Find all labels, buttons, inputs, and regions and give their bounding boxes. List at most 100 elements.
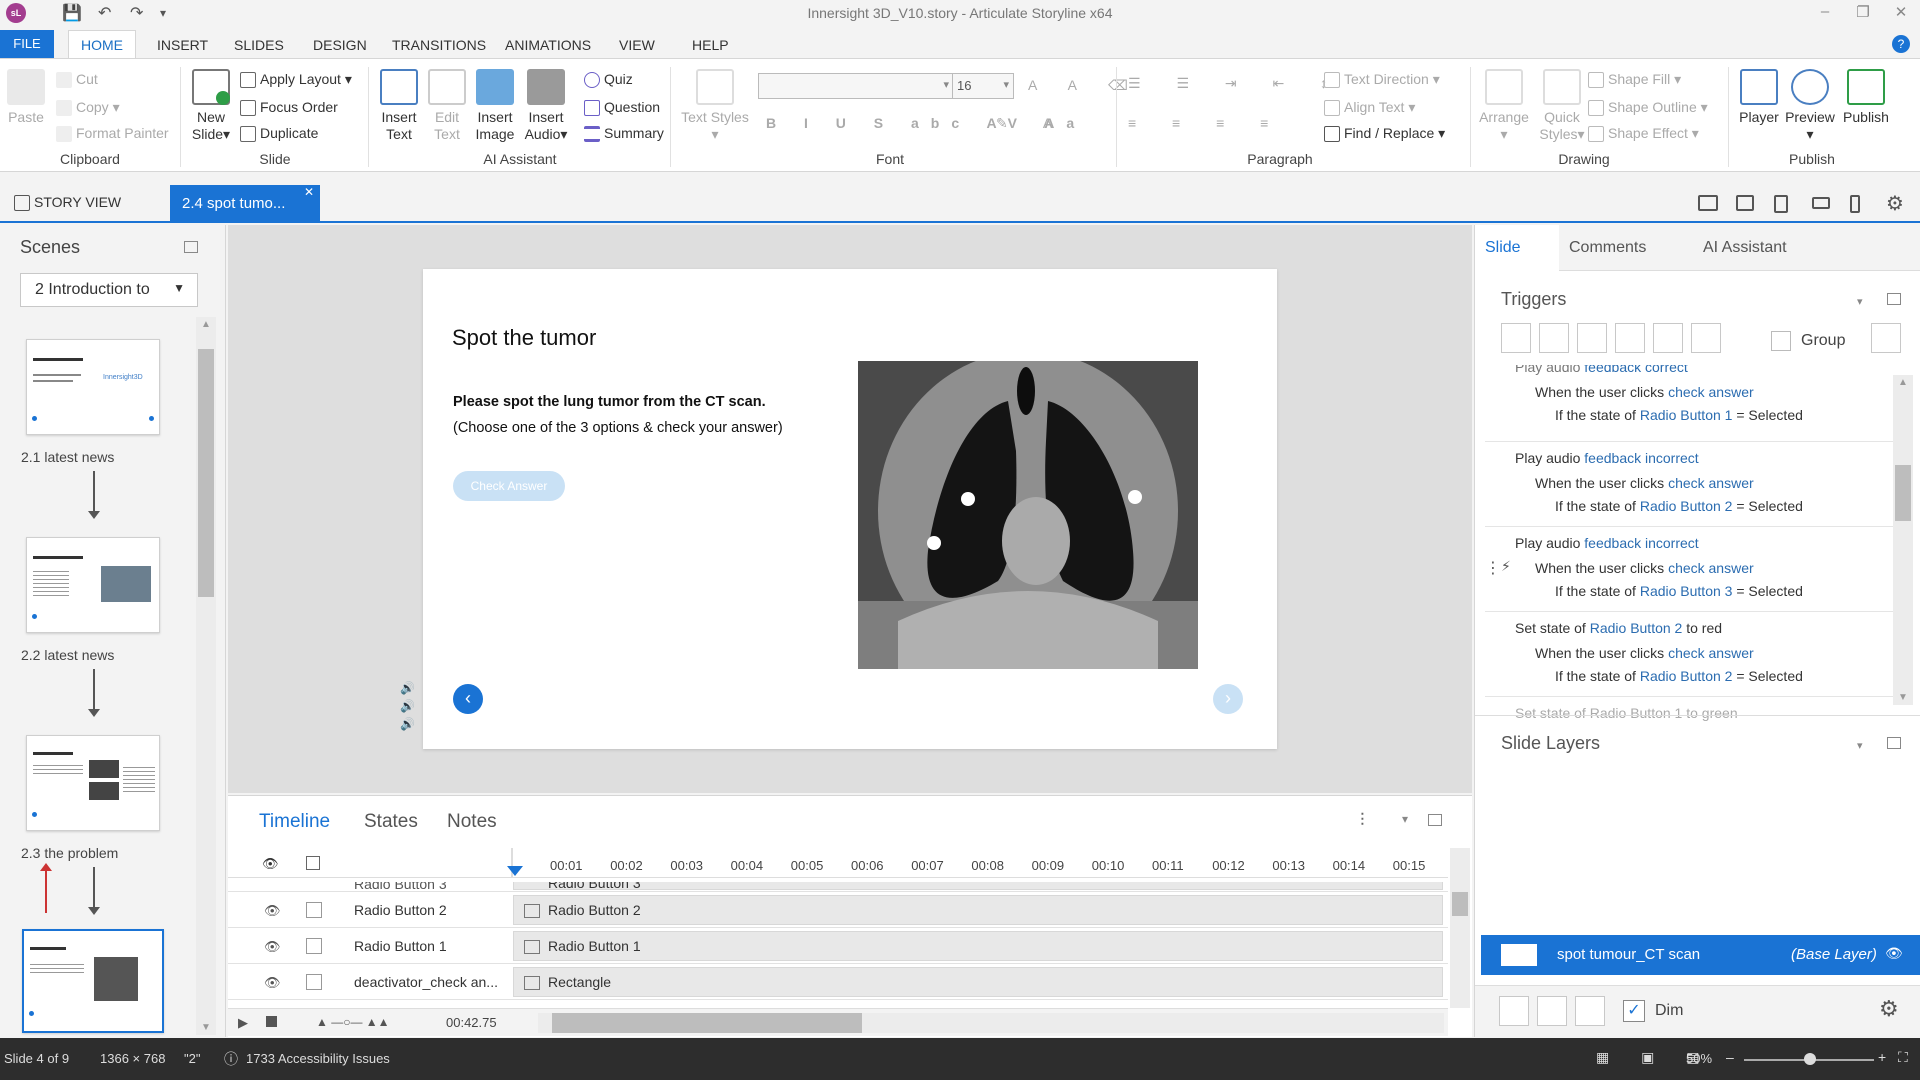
eye-icon[interactable]: 👁	[1885, 945, 1903, 962]
tab-states[interactable]: States	[364, 811, 418, 833]
lock-icon[interactable]	[306, 974, 322, 990]
lock-icon[interactable]	[306, 938, 322, 954]
tablet-portrait-icon[interactable]	[1774, 195, 1788, 213]
info-icon[interactable]: ⓘ	[224, 1049, 238, 1069]
tab-file[interactable]: FILE	[0, 30, 54, 58]
new-layer-button[interactable]	[1499, 996, 1529, 1026]
zoom-slider[interactable]: ▲ —○— ▲▲	[316, 1015, 390, 1029]
scrollbar-thumb[interactable]	[552, 1013, 862, 1033]
audio-markers-icon[interactable]: 🔊 🔊 🔊	[400, 679, 415, 733]
zoom-slider-thumb[interactable]	[1804, 1053, 1816, 1065]
scrollbar-thumb[interactable]	[1452, 892, 1468, 916]
trigger-item[interactable]: Set state of Radio Button 2 to red When …	[1485, 612, 1905, 697]
font-size-select[interactable]: 16 ▾	[952, 73, 1014, 99]
check-answer-button[interactable]: Check Answer	[453, 471, 565, 501]
collapse-icon[interactable]: ▾	[1402, 812, 1408, 826]
slide-tab[interactable]: 2.4 spot tumo... ✕	[170, 185, 320, 223]
find-replace-button[interactable]: Find / Replace ▾	[1324, 125, 1445, 143]
close-tab-icon[interactable]: ✕	[304, 173, 314, 211]
timeline-vscrollbar[interactable]	[1450, 848, 1470, 1008]
ct-scan-image[interactable]	[858, 361, 1198, 669]
tab-slide[interactable]: Slide	[1475, 225, 1559, 271]
timeline-row[interactable]: Radio Button 3 Radio Button 3	[228, 882, 1448, 892]
drag-handle-icon[interactable]: ⋮	[1485, 558, 1501, 578]
tab-animations[interactable]: ANIMATIONS	[505, 37, 591, 53]
slide-title[interactable]: Spot the tumor	[452, 325, 596, 351]
tab-insert[interactable]: INSERT	[157, 37, 208, 53]
edit-text-button[interactable]: Edit Text	[424, 69, 470, 143]
font-grow-shrink[interactable]: A A ⌫	[1028, 77, 1142, 94]
scrollbar-thumb[interactable]	[198, 349, 214, 597]
align-text-button[interactable]: Align Text ▾	[1324, 99, 1415, 117]
font-color-buttons[interactable]: ✎ A	[996, 115, 1068, 132]
question-button[interactable]: Question	[584, 99, 660, 117]
answer-dot-2[interactable]	[1128, 490, 1142, 504]
tab-ai-assistant[interactable]: AI Assistant	[1703, 239, 1787, 257]
panel-pin-icon[interactable]	[1887, 737, 1901, 749]
group-checkbox[interactable]	[1771, 331, 1791, 351]
publish-button[interactable]: Publish	[1838, 69, 1894, 126]
eye-icon[interactable]: 👁	[264, 975, 281, 991]
text-direction-button[interactable]: Text Direction ▾	[1324, 71, 1440, 89]
tab-design[interactable]: DESIGN	[313, 37, 367, 53]
font-family-select[interactable]: ▾	[758, 73, 954, 99]
tab-timeline[interactable]: Timeline	[259, 811, 330, 833]
answer-dot-3[interactable]	[927, 536, 941, 550]
delete-trigger-button[interactable]	[1653, 323, 1683, 353]
text-styles-button[interactable]: Text Styles ▾	[680, 69, 750, 143]
trigger-view-button[interactable]	[1871, 323, 1901, 353]
cue-point-icon[interactable]: ⫶	[1360, 810, 1365, 831]
tab-slides[interactable]: SLIDES	[234, 37, 284, 53]
tab-comments[interactable]: Comments	[1569, 239, 1646, 257]
slide-thumbnail[interactable]	[26, 537, 160, 633]
eye-icon[interactable]: 👁	[262, 856, 279, 872]
timeline-row[interactable]: 👁 deactivator_check an... Rectangle	[228, 964, 1448, 1000]
new-trigger-button[interactable]	[1501, 323, 1531, 353]
align-buttons[interactable]: ≡ ≡ ≡ ≡	[1128, 115, 1284, 131]
insert-text-button[interactable]: Insert Text	[376, 69, 422, 143]
tablet-landscape-icon[interactable]	[1736, 195, 1754, 211]
paste-trigger-button[interactable]	[1615, 323, 1645, 353]
status-accessibility[interactable]: 1733 Accessibility Issues	[246, 1051, 390, 1066]
chevron-down-icon[interactable]: ▾	[1857, 295, 1863, 308]
answer-dot-1[interactable]	[961, 492, 975, 506]
eye-icon[interactable]: 👁	[264, 939, 281, 955]
slide-question[interactable]: Please spot the lung tumor from the CT s…	[453, 394, 766, 410]
tab-notes[interactable]: Notes	[447, 811, 497, 833]
slide-stage[interactable]: Spot the tumor Please spot the lung tumo…	[423, 269, 1277, 749]
minimize-icon[interactable]: –	[1810, 3, 1840, 20]
timeline-row[interactable]: 👁 Radio Button 2 Radio Button 2	[228, 892, 1448, 928]
help-icon[interactable]: ?	[1892, 35, 1910, 53]
desktop-view-icon[interactable]	[1698, 195, 1718, 211]
slide-thumbnail[interactable]: Innersight3D	[26, 339, 160, 435]
delete-layer-button[interactable]	[1575, 996, 1605, 1026]
phone-portrait-icon[interactable]	[1850, 195, 1860, 213]
tab-view[interactable]: VIEW	[619, 37, 655, 53]
focus-order-button[interactable]: Focus Order	[240, 99, 338, 117]
chevron-down-icon[interactable]: ▾	[1857, 739, 1863, 752]
move-trigger-button[interactable]	[1691, 323, 1721, 353]
timeline-row[interactable]: 👁 Radio Button 1 Radio Button 1	[228, 928, 1448, 964]
paste-button[interactable]: Paste	[6, 69, 46, 126]
base-layer-row[interactable]: spot tumour_CT scan (Base Layer) 👁	[1481, 935, 1920, 975]
gear-icon[interactable]: ⚙	[1879, 996, 1899, 1022]
quiz-button[interactable]: Quiz	[584, 71, 633, 89]
maximize-icon[interactable]: ❐	[1848, 3, 1878, 21]
shape-fill-button[interactable]: Shape Fill ▾	[1588, 71, 1681, 89]
timeline-hscrollbar[interactable]	[538, 1013, 1444, 1033]
tab-home[interactable]: HOME	[68, 30, 136, 58]
summary-button[interactable]: Summary	[584, 125, 664, 143]
slide-hint[interactable]: (Choose one of the 3 options & check you…	[453, 420, 783, 436]
slide-thumbnail[interactable]	[26, 735, 160, 831]
duplicate-button[interactable]: Duplicate	[240, 125, 318, 143]
trigger-item[interactable]: Play audio feedback incorrect ⋮ ⚡ When t…	[1485, 527, 1905, 612]
duplicate-layer-button[interactable]	[1537, 996, 1567, 1026]
panel-pin-icon[interactable]	[1887, 293, 1901, 305]
triggers-scrollbar[interactable]: ▲ ▼	[1893, 375, 1913, 705]
trigger-item[interactable]: Play audio feedback incorrect When the u…	[1485, 442, 1905, 527]
insert-audio-button[interactable]: Insert Audio▾	[520, 69, 572, 143]
new-slide-button[interactable]: New Slide▾	[188, 69, 234, 143]
tab-transitions[interactable]: TRANSITIONS	[392, 37, 486, 53]
playhead[interactable]	[507, 866, 523, 876]
insert-image-button[interactable]: Insert Image	[472, 69, 518, 143]
